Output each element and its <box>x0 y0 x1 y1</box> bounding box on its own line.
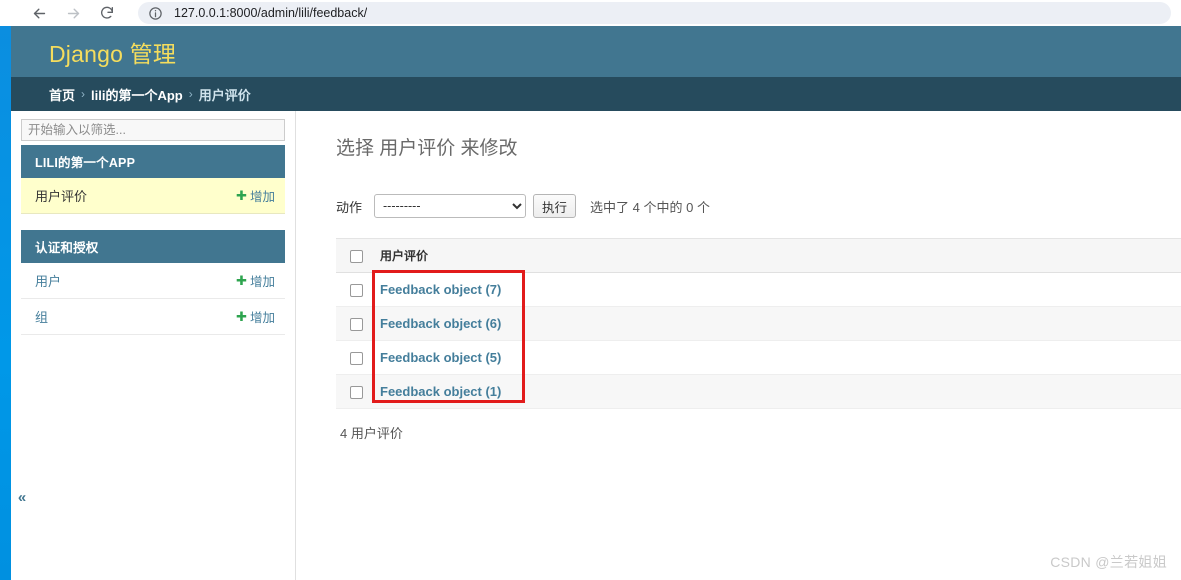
sidebar-add-feedback-link[interactable]: ✚ 增加 <box>236 186 275 205</box>
sidebar-item-feedback[interactable]: 用户评价 ✚ 增加 <box>21 178 285 214</box>
main-content: 选择 用户评价 来修改 动作 --------- 执行 选中了 4 个中的 0 … <box>296 111 1181 580</box>
select-all-checkbox[interactable] <box>350 249 363 263</box>
django-admin-page: Django 管理 首页 › lili的第一个App › 用户评价 LILI的第… <box>11 26 1181 580</box>
browser-nav-buttons <box>0 1 124 25</box>
plus-icon: ✚ <box>236 308 247 324</box>
sidebar-app-title[interactable]: 认证和授权 <box>21 230 285 263</box>
breadcrumb-item-app[interactable]: lili的第一个App <box>91 85 183 104</box>
sidebar-collapse-toggle[interactable]: « <box>11 484 33 510</box>
sidebar-add-label: 增加 <box>249 275 275 289</box>
result-count: 4 用户评价 <box>340 426 403 442</box>
row-checkbox-cell <box>336 340 374 376</box>
row-label-cell: Feedback object (7) <box>374 272 1181 308</box>
row-label-cell: Feedback object (1) <box>374 374 1181 410</box>
watermark: CSDN @兰若姐姐 <box>1050 554 1167 570</box>
sidebar-item-label[interactable]: 用户 <box>35 271 61 290</box>
sidebar-item-label[interactable]: 用户评价 <box>35 186 87 205</box>
row-label-cell: Feedback object (5) <box>374 340 1181 376</box>
url-text: 127.0.0.1:8000/admin/lili/feedback/ <box>174 6 368 20</box>
sidebar-filter-wrap <box>21 119 285 145</box>
sidebar-add-label: 增加 <box>249 311 275 325</box>
breadcrumb-item-current: 用户评价 <box>198 87 251 103</box>
info-circle-icon[interactable] <box>148 6 163 21</box>
select-all-header <box>336 238 374 273</box>
sidebar-item-label[interactable]: 组 <box>35 307 48 326</box>
results-table: 用户评价 Feedback object (7) Feedback object… <box>336 238 1181 410</box>
row-label-cell: Feedback object (6) <box>374 306 1181 342</box>
sidebar-add-label: 增加 <box>249 190 275 204</box>
site-title[interactable]: Django 管理 <box>49 35 176 69</box>
results-table-head: 用户评价 <box>336 238 1181 273</box>
sidebar-filter-input[interactable] <box>21 119 285 141</box>
row-checkbox[interactable] <box>350 386 363 400</box>
back-icon[interactable] <box>22 1 56 25</box>
site-header: Django 管理 <box>11 26 1181 77</box>
sidebar-item-users[interactable]: 用户 ✚ 增加 <box>21 263 285 299</box>
actions-toolbar: 动作 --------- 执行 选中了 4 个中的 0 个 <box>336 194 1181 218</box>
run-action-button[interactable]: 执行 <box>533 194 577 218</box>
plus-icon: ✚ <box>236 187 247 203</box>
table-row[interactable]: Feedback object (7) <box>336 272 1181 308</box>
breadcrumb: 首页 › lili的第一个App › 用户评价 <box>11 77 1181 111</box>
table-row[interactable]: Feedback object (1) <box>336 374 1181 410</box>
actions-label: 动作 <box>336 199 363 215</box>
sidebar-nav: LILI的第一个APP 用户评价 ✚ 增加 认证和授权 用户 ✚ <box>11 111 296 580</box>
table-header-row: 用户评价 <box>336 238 1181 273</box>
sidebar-item-groups[interactable]: 组 ✚ 增加 <box>21 299 285 335</box>
row-checkbox[interactable] <box>350 352 363 366</box>
sidebar-app-lili: LILI的第一个APP 用户评价 ✚ 增加 <box>21 145 285 214</box>
table-row[interactable]: Feedback object (6) <box>336 306 1181 342</box>
results-table-body: Feedback object (7) Feedback object (6) <box>336 272 1181 410</box>
page-title: 选择 用户评价 来修改 <box>336 138 518 159</box>
row-checkbox[interactable] <box>350 284 363 298</box>
feedback-link[interactable]: Feedback object (1) <box>380 384 501 399</box>
breadcrumb-item-home[interactable]: 首页 <box>49 85 75 104</box>
action-select[interactable]: --------- <box>374 194 527 218</box>
sidebar-app-title[interactable]: LILI的第一个APP <box>21 145 285 178</box>
content-area: LILI的第一个APP 用户评价 ✚ 增加 认证和授权 用户 ✚ <box>11 111 1181 580</box>
plus-icon: ✚ <box>236 272 247 288</box>
sidebar-add-group-link[interactable]: ✚ 增加 <box>236 307 275 326</box>
forward-icon <box>56 1 90 25</box>
column-header-feedback[interactable]: 用户评价 <box>374 238 1181 273</box>
feedback-link[interactable]: Feedback object (5) <box>380 350 501 365</box>
breadcrumb-separator: › <box>81 87 86 101</box>
feedback-link[interactable]: Feedback object (6) <box>380 316 501 331</box>
browser-toolbar: 127.0.0.1:8000/admin/lili/feedback/ <box>0 0 1181 26</box>
row-checkbox-cell <box>336 272 374 308</box>
sidebar-app-auth: 认证和授权 用户 ✚ 增加 组 ✚ 增加 <box>21 230 285 335</box>
row-checkbox-cell <box>336 374 374 410</box>
feedback-link[interactable]: Feedback object (7) <box>380 282 501 297</box>
row-checkbox-cell <box>336 306 374 342</box>
address-bar[interactable]: 127.0.0.1:8000/admin/lili/feedback/ <box>138 2 1171 24</box>
sidebar-add-user-link[interactable]: ✚ 增加 <box>236 271 275 290</box>
breadcrumb-separator: › <box>188 87 193 101</box>
reload-icon[interactable] <box>90 1 124 25</box>
browser-left-edge <box>0 26 11 580</box>
selection-counter: 选中了 4 个中的 0 个 <box>590 199 710 215</box>
row-checkbox[interactable] <box>350 318 363 332</box>
screenshot-root: 127.0.0.1:8000/admin/lili/feedback/ « Dj… <box>0 0 1181 580</box>
table-row[interactable]: Feedback object (5) <box>336 340 1181 376</box>
